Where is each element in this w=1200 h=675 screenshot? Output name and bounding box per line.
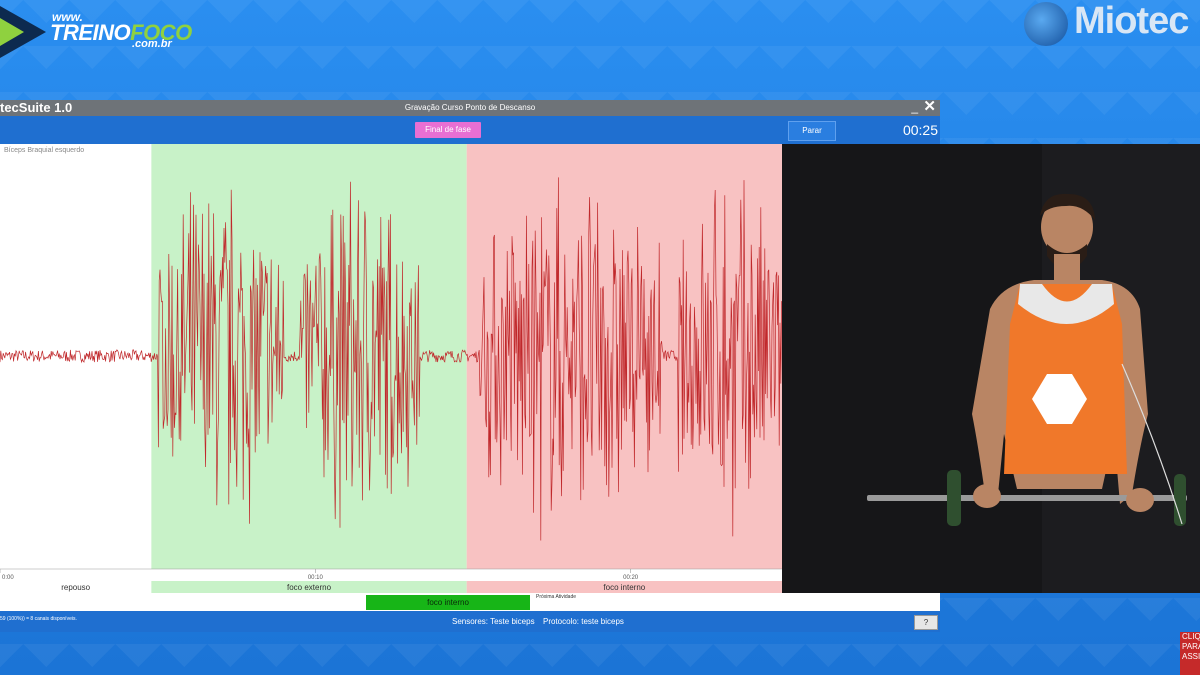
next-activity-label: Próxima Atividade bbox=[536, 594, 577, 600]
channels-status: 59 (100%)) = 8 canais disponíveis. bbox=[0, 616, 77, 622]
logo-chevron-accent-icon bbox=[0, 18, 24, 46]
phase-label: foco externo bbox=[287, 583, 332, 592]
sensors-status: Sensores: Teste biceps bbox=[452, 617, 535, 626]
help-button[interactable]: ? bbox=[914, 615, 938, 630]
barbell-plate-left bbox=[947, 470, 961, 526]
close-button[interactable]: ✕ bbox=[923, 99, 936, 115]
recording-timer: 00:25 bbox=[902, 122, 938, 138]
minimize-button[interactable]: _ bbox=[911, 100, 918, 114]
miotec-wordmark: Miotec bbox=[1074, 0, 1189, 42]
athlete-figure bbox=[782, 144, 1200, 593]
emg-chart: 0:00 00:10 00:20 repouso foco externo foco i… bbox=[0, 144, 782, 593]
status-bar: 59 (100%)) = 8 canais disponíveis. Senso… bbox=[0, 611, 940, 632]
title-bar: tecSuite 1.0 Gravação Curso Ponto de Des… bbox=[0, 99, 940, 116]
phase-bar: foco interno Próxima Atividade bbox=[0, 593, 940, 611]
protocol-status: Protocolo: teste biceps bbox=[543, 617, 624, 626]
logo-name-a: TREINO bbox=[50, 20, 131, 45]
logo-domain: .com.br bbox=[132, 38, 172, 50]
emg-chart-svg: 0:00 00:10 00:20 repouso foco externo foco i… bbox=[0, 144, 782, 593]
time-tick-label: 00:10 bbox=[308, 575, 324, 581]
recording-title: Gravação Curso Ponto de Descanso bbox=[404, 103, 536, 112]
treino-foco-logo: www. TREINOFOCO .com.br bbox=[0, 0, 200, 60]
webcam-video bbox=[782, 144, 1200, 593]
end-phase-button[interactable]: Final de fase bbox=[415, 122, 481, 138]
miotec-globe-icon bbox=[1024, 2, 1068, 46]
phase-label: foco interno bbox=[603, 583, 645, 592]
time-tick-label: 00:20 bbox=[623, 575, 639, 581]
time-tick-label: 0:00 bbox=[2, 575, 14, 581]
subscribe-badge[interactable]: CLIQ PARA ASSI bbox=[1180, 632, 1200, 675]
current-phase: foco interno bbox=[366, 595, 530, 610]
miotec-logo: Miotec bbox=[1022, 0, 1200, 50]
toolbar: Final de fase Parar 00:25 bbox=[0, 116, 940, 144]
phase-label: repouso bbox=[61, 583, 90, 592]
channel-label: Bíceps Braquial esquerdo bbox=[4, 147, 84, 154]
stop-button[interactable]: Parar bbox=[788, 121, 836, 141]
